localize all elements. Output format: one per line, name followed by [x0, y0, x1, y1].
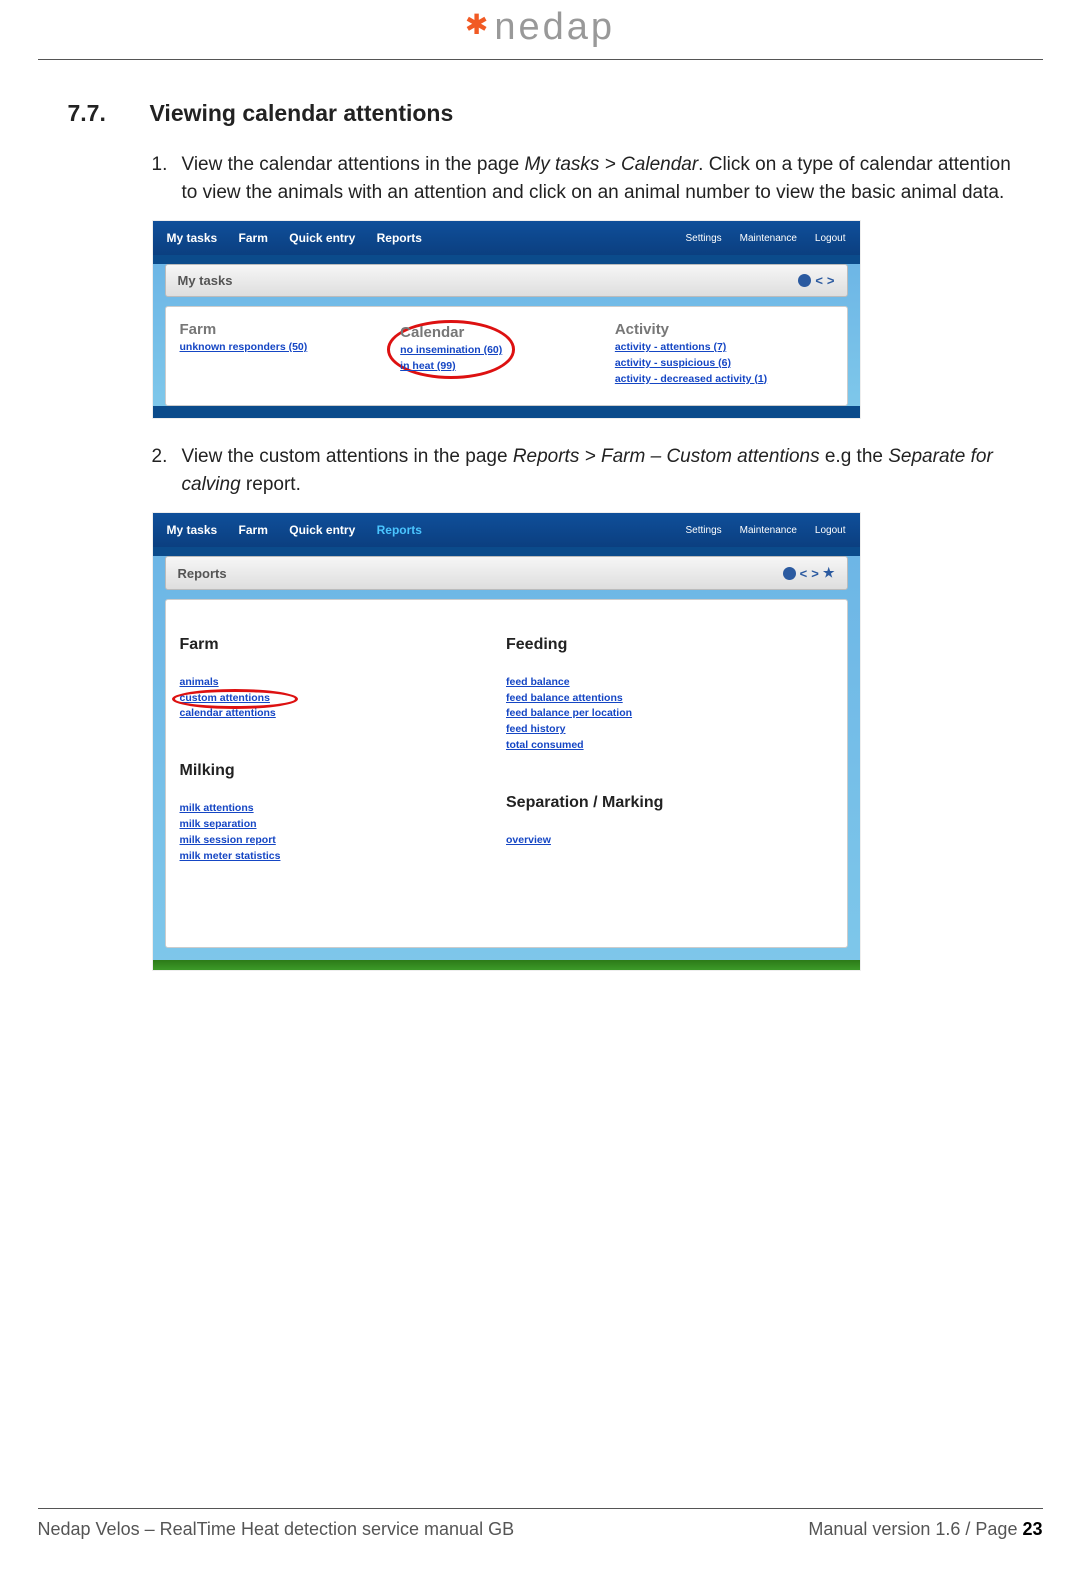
highlight-oval: Calendar no insemination (60) in heat (9… [387, 320, 515, 379]
footer-grass [153, 960, 860, 970]
link-feed-balance-attentions[interactable]: feed balance attentions [506, 691, 833, 707]
screenshot-my-tasks: My tasks Farm Quick entry Reports Settin… [152, 220, 861, 419]
nav-quick-entry[interactable]: Quick entry [289, 231, 355, 245]
link-activity-decreased[interactable]: activity - decreased activity (1) [615, 372, 833, 388]
link-overview[interactable]: overview [506, 833, 833, 849]
col-farm-title: Farm [180, 321, 398, 338]
nav-settings[interactable]: Settings [686, 525, 722, 536]
col-separation-title: Separation / Marking [506, 794, 833, 812]
col-feeding-title: Feeding [506, 636, 833, 654]
link-feed-balance-per-location[interactable]: feed balance per location [506, 706, 833, 722]
step-1: 1.View the calendar attentions in the pa… [182, 151, 1013, 206]
page-header: ✱ nedap [38, 0, 1043, 60]
page-footer: Nedap Velos – RealTime Heat detection se… [38, 1508, 1043, 1540]
app-topbar: My tasks Farm Quick entry Reports Settin… [153, 513, 860, 547]
screenshot-reports: My tasks Farm Quick entry Reports Settin… [152, 512, 861, 971]
nav-logout[interactable]: Logout [815, 525, 846, 536]
col-activity-title: Activity [615, 321, 833, 338]
col-milking-title: Milking [180, 762, 507, 780]
step-2: 2.View the custom attentions in the page… [182, 443, 1013, 498]
nav-farm[interactable]: Farm [239, 523, 268, 537]
col-farm-title: Farm [180, 636, 507, 654]
next-icon[interactable]: > [811, 566, 819, 581]
page-title-bar: My tasks ? < > [165, 264, 848, 297]
prev-icon[interactable]: < [815, 273, 823, 288]
link-no-insemination[interactable]: no insemination (60) [400, 343, 502, 359]
page-title-bar: Reports ? < > ★ [165, 556, 848, 590]
nav-maintenance[interactable]: Maintenance [740, 233, 797, 244]
link-in-heat[interactable]: in heat (99) [400, 359, 502, 375]
link-activity-suspicious[interactable]: activity - suspicious (6) [615, 356, 833, 372]
col-calendar-title: Calendar [400, 324, 502, 341]
nav-reports[interactable]: Reports [377, 523, 422, 537]
footer-left: Nedap Velos – RealTime Heat detection se… [38, 1519, 515, 1540]
page-title: My tasks [178, 273, 233, 288]
next-icon[interactable]: > [827, 273, 835, 288]
link-milk-attentions[interactable]: milk attentions [180, 801, 507, 817]
nav-farm[interactable]: Farm [239, 231, 268, 245]
brand-text: nedap [494, 6, 615, 49]
link-activity-attentions[interactable]: activity - attentions (7) [615, 340, 833, 356]
help-icon[interactable]: ? [798, 274, 811, 287]
footer-right-pre: Manual version 1.6 / Page [808, 1519, 1022, 1539]
link-milk-separation[interactable]: milk separation [180, 817, 507, 833]
nav-logout[interactable]: Logout [815, 233, 846, 244]
nav-maintenance[interactable]: Maintenance [740, 525, 797, 536]
section-heading: 7.7.Viewing calendar attentions [68, 100, 1013, 127]
step-number: 1. [152, 151, 182, 179]
link-calendar-attentions[interactable]: calendar attentions [180, 706, 507, 722]
nav-settings[interactable]: Settings [686, 233, 722, 244]
favorite-icon[interactable]: ★ [823, 565, 835, 581]
section-number: 7.7. [68, 100, 150, 127]
nav-my-tasks[interactable]: My tasks [167, 523, 218, 537]
link-total-consumed[interactable]: total consumed [506, 738, 833, 754]
nav-my-tasks[interactable]: My tasks [167, 231, 218, 245]
help-icon[interactable]: ? [783, 567, 796, 580]
app-topbar: My tasks Farm Quick entry Reports Settin… [153, 221, 860, 255]
prev-icon[interactable]: < [800, 566, 808, 581]
link-unknown-responders[interactable]: unknown responders (50) [180, 340, 398, 356]
nav-reports[interactable]: Reports [377, 231, 422, 245]
link-milk-meter-statistics[interactable]: milk meter statistics [180, 849, 507, 865]
footer-page-number: 23 [1022, 1519, 1042, 1539]
highlight-oval [172, 689, 298, 709]
step-number: 2. [152, 443, 182, 471]
page-title: Reports [178, 566, 227, 581]
section-title: Viewing calendar attentions [150, 100, 454, 126]
nav-quick-entry[interactable]: Quick entry [289, 523, 355, 537]
link-feed-balance[interactable]: feed balance [506, 675, 833, 691]
link-feed-history[interactable]: feed history [506, 722, 833, 738]
star-icon: ✱ [465, 14, 488, 36]
link-milk-session-report[interactable]: milk session report [180, 833, 507, 849]
brand-logo: ✱ nedap [465, 6, 615, 49]
